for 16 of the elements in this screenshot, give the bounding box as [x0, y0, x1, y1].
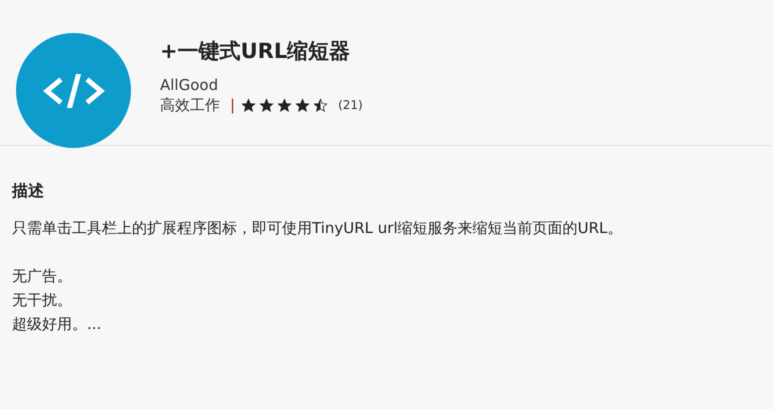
description-text: 只需单击工具栏上的扩展程序图标，即可使用TinyURL url缩短服务来缩短当前页面的URL。 — [12, 218, 624, 239]
description-line: 超级好用。... — [12, 314, 102, 335]
description-line: 无广告。 — [12, 266, 73, 287]
star-icon — [259, 98, 274, 112]
category-label: 高效工作 — [160, 95, 220, 115]
star-icon — [277, 98, 292, 112]
section-heading: 描述 — [12, 180, 45, 202]
star-icon — [313, 98, 328, 112]
code-icon — [42, 74, 104, 108]
publisher-name: AllGood — [160, 75, 220, 95]
separator: | — [230, 95, 236, 115]
description-line: 无干扰。 — [12, 290, 73, 311]
star-icon — [295, 98, 310, 112]
star-icon — [241, 98, 256, 112]
app-title: +一键式URL缩短器 — [160, 38, 352, 65]
rating-count: (21) — [338, 97, 363, 114]
